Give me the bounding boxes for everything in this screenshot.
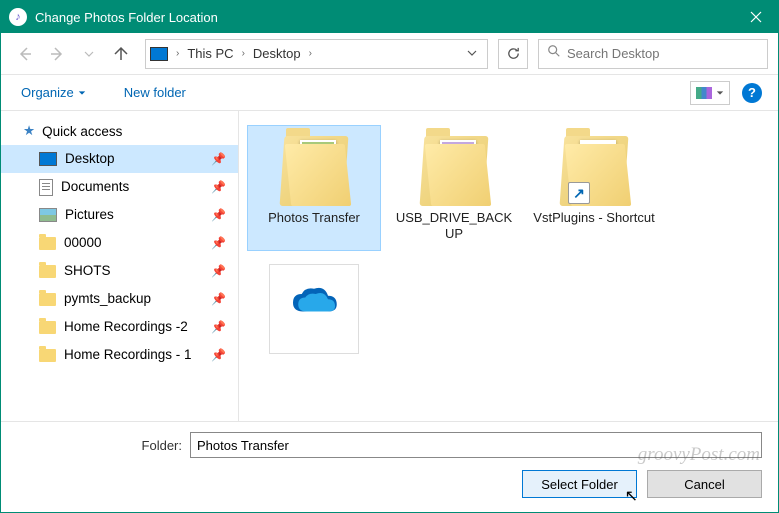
sidebar-item-home-recordings-1[interactable]: Home Recordings - 1 📌 <box>1 341 238 369</box>
app-icon: ♪ <box>9 8 27 26</box>
arrow-left-icon <box>17 46 33 62</box>
file-label: Photos Transfer <box>268 210 360 226</box>
sidebar-item-pymts-backup[interactable]: pymts_backup 📌 <box>1 285 238 313</box>
doc-icon <box>39 179 53 196</box>
forward-button[interactable] <box>43 40 71 68</box>
sidebar: ★ Quick access Desktop📌Documents📌Picture… <box>1 111 239 421</box>
folder-icon: ↗ <box>562 136 626 206</box>
file-item[interactable] <box>247 257 381 367</box>
navbar: › This PC › Desktop › <box>1 33 778 75</box>
breadcrumb-this-pc[interactable]: This PC <box>181 46 239 61</box>
file-pane[interactable]: Photos Transfer USB_DRIVE_BACKUP ↗ VstPlugi… <box>239 111 778 421</box>
close-button[interactable] <box>733 1 778 33</box>
quick-access-label: Quick access <box>42 124 122 139</box>
folder-icon <box>39 265 56 278</box>
select-folder-button[interactable]: Select Folder <box>522 470 637 498</box>
chevron-down-icon <box>716 89 724 97</box>
chevron-down-icon <box>467 48 477 58</box>
folder-icon <box>282 136 346 206</box>
star-icon: ★ <box>23 123 35 139</box>
sidebar-item-label: pymts_backup <box>64 288 151 310</box>
view-icon <box>696 87 712 99</box>
folder-icon <box>39 293 56 306</box>
sidebar-item-label: Documents <box>61 176 129 198</box>
organize-button[interactable]: Organize <box>17 81 90 104</box>
window-title: Change Photos Folder Location <box>35 10 733 25</box>
close-icon <box>750 11 762 23</box>
arrow-right-icon <box>49 46 65 62</box>
file-label: USB_DRIVE_BACKUP <box>392 210 516 242</box>
refresh-button[interactable] <box>498 39 528 69</box>
titlebar: ♪ Change Photos Folder Location <box>1 1 778 33</box>
pin-icon: 📌 <box>211 260 226 282</box>
footer: groovyPost.com Folder: Select Folder Can… <box>1 421 778 512</box>
desktop-icon <box>39 152 57 166</box>
shortcut-icon: ↗ <box>568 182 590 204</box>
refresh-icon <box>506 46 521 61</box>
sidebar-item-label: Desktop <box>65 148 115 170</box>
sidebar-item-shots[interactable]: SHOTS 📌 <box>1 257 238 285</box>
chevron-down-icon <box>84 49 94 59</box>
sidebar-item-label: 00000 <box>64 232 102 254</box>
folder-icon <box>39 237 56 250</box>
pin-icon: 📌 <box>211 288 226 310</box>
folder-label: Folder: <box>17 438 182 453</box>
sidebar-item-label: Home Recordings -2 <box>64 316 188 338</box>
dialog-window: ♪ Change Photos Folder Location › This P… <box>0 0 779 513</box>
pin-icon: 📌 <box>211 232 226 254</box>
breadcrumb-sep-icon: › <box>174 48 181 59</box>
back-button[interactable] <box>11 40 39 68</box>
new-folder-button[interactable]: New folder <box>120 81 190 104</box>
toolbar: Organize New folder ? <box>1 75 778 111</box>
sidebar-item-documents[interactable]: Documents 📌 <box>1 173 238 201</box>
pics-icon <box>39 208 57 222</box>
pin-icon: 📌 <box>211 344 226 366</box>
search-box[interactable] <box>538 39 768 69</box>
sidebar-item-desktop[interactable]: Desktop 📌 <box>1 145 238 173</box>
breadcrumb-desktop[interactable]: Desktop <box>247 46 307 61</box>
pc-icon <box>150 47 168 61</box>
content-area: ★ Quick access Desktop📌Documents📌Picture… <box>1 111 778 421</box>
breadcrumb-sep-icon: › <box>240 48 247 59</box>
view-options-button[interactable] <box>690 81 730 105</box>
chevron-down-icon <box>78 89 86 97</box>
file-item[interactable]: ↗ VstPlugins - Shortcut <box>527 125 661 251</box>
pin-icon: 📌 <box>211 204 226 226</box>
address-dropdown[interactable] <box>461 45 483 63</box>
recent-dropdown[interactable] <box>75 40 103 68</box>
help-button[interactable]: ? <box>742 83 762 103</box>
arrow-up-icon <box>113 46 129 62</box>
file-item[interactable]: USB_DRIVE_BACKUP <box>387 125 521 251</box>
file-label: VstPlugins - Shortcut <box>533 210 654 226</box>
quick-access-header[interactable]: ★ Quick access <box>1 119 238 145</box>
folder-input[interactable] <box>190 432 762 458</box>
folder-icon <box>39 321 56 334</box>
file-item[interactable]: Photos Transfer <box>247 125 381 251</box>
search-input[interactable] <box>567 46 759 61</box>
sidebar-item-label: SHOTS <box>64 260 111 282</box>
pin-icon: 📌 <box>211 148 226 170</box>
folder-icon <box>422 136 486 206</box>
sidebar-item-00000[interactable]: 00000 📌 <box>1 229 238 257</box>
cancel-button[interactable]: Cancel <box>647 470 762 498</box>
breadcrumb-sep-icon: › <box>307 48 314 59</box>
pin-icon: 📌 <box>211 316 226 338</box>
sidebar-item-pictures[interactable]: Pictures 📌 <box>1 201 238 229</box>
onedrive-icon <box>286 283 342 319</box>
up-button[interactable] <box>107 40 135 68</box>
pin-icon: 📌 <box>211 176 226 198</box>
search-icon <box>547 44 561 63</box>
sidebar-item-label: Home Recordings - 1 <box>64 344 192 366</box>
sidebar-item-label: Pictures <box>65 204 114 226</box>
folder-icon <box>39 349 56 362</box>
sidebar-item-home-recordings-2[interactable]: Home Recordings -2 📌 <box>1 313 238 341</box>
address-bar[interactable]: › This PC › Desktop › <box>145 39 488 69</box>
